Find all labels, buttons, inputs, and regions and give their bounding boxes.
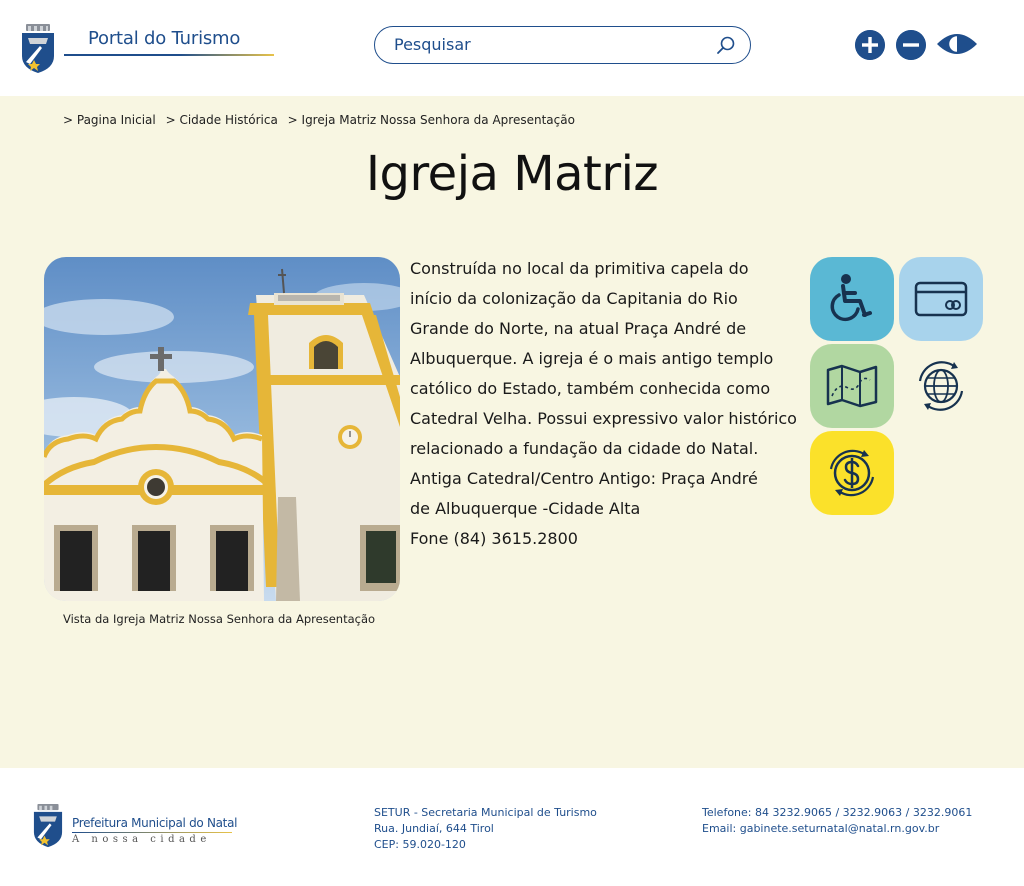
site-footer: Prefeitura Municipal do Natal A nossa ci… <box>0 768 1024 886</box>
credit-card-icon <box>914 281 968 317</box>
setur-street: Rua. Jundiaí, 644 Tirol <box>374 822 494 835</box>
photo-caption: Vista da Igreja Matriz Nossa Senhora da … <box>63 612 376 626</box>
breadcrumb-home[interactable]: > Pagina Inicial <box>63 113 156 127</box>
map-feature[interactable] <box>810 344 894 428</box>
contact-email[interactable]: Email: gabinete.seturnatal@natal.rn.gov.… <box>702 821 972 837</box>
church-photo <box>44 257 400 601</box>
attraction-description: Construída no local da primitiva capela … <box>410 254 805 554</box>
contrast-eye-icon[interactable] <box>936 30 978 58</box>
portal-logo[interactable]: Portal do Turismo <box>20 24 274 74</box>
prefeitura-logo-line <box>72 832 232 833</box>
page-title: Igreja Matriz <box>365 146 659 202</box>
increase-font-icon[interactable] <box>855 30 885 60</box>
prefeitura-crest-icon <box>33 804 63 848</box>
setur-address: SETUR - Secretaria Municipal de Turismo … <box>374 805 597 853</box>
decrease-font-icon[interactable] <box>896 30 926 60</box>
currency-exchange-feature[interactable] <box>810 431 894 515</box>
breadcrumb-historic-city[interactable]: > Cidade Histórica <box>166 113 278 127</box>
prefeitura-slogan: A nossa cidade <box>72 834 211 845</box>
globe-feature[interactable] <box>899 344 983 428</box>
description-text: Construída no local da primitiva capela … <box>410 259 797 548</box>
main-content: > Pagina Inicial > Cidade Histórica > Ig… <box>0 96 1024 768</box>
wheelchair-icon <box>830 274 872 322</box>
prefeitura-logo[interactable]: Prefeitura Municipal do Natal A nossa ci… <box>32 804 238 848</box>
search-input[interactable] <box>394 27 714 61</box>
breadcrumb-current: > Igreja Matriz Nossa Senhora da Apresen… <box>287 113 575 127</box>
accessibility-feature[interactable] <box>810 257 894 341</box>
portal-title: Portal do Turismo <box>88 28 241 49</box>
setur-cep: CEP: 59.020-120 <box>374 838 466 851</box>
globe-icon <box>918 361 964 411</box>
search-icon[interactable] <box>716 35 736 55</box>
setur-name: SETUR - Secretaria Municipal de Turismo <box>374 806 597 819</box>
logo-underline <box>64 54 274 56</box>
contact-phone: Telefone: 84 3232.9065 / 3232.9063 / 323… <box>702 806 973 819</box>
currency-exchange-icon <box>829 449 875 497</box>
church-illustration <box>44 257 400 601</box>
card-payment-feature[interactable] <box>899 257 983 341</box>
prefeitura-name: Prefeitura Municipal do Natal <box>72 816 238 830</box>
map-icon <box>826 364 878 408</box>
site-header: Portal do Turismo <box>0 0 1024 96</box>
city-crest-icon <box>22 24 54 73</box>
contact-info: Telefone: 84 3232.9065 / 3232.9063 / 323… <box>702 805 972 837</box>
search-box <box>374 26 751 64</box>
breadcrumb: > Pagina Inicial > Cidade Histórica > Ig… <box>63 113 581 127</box>
